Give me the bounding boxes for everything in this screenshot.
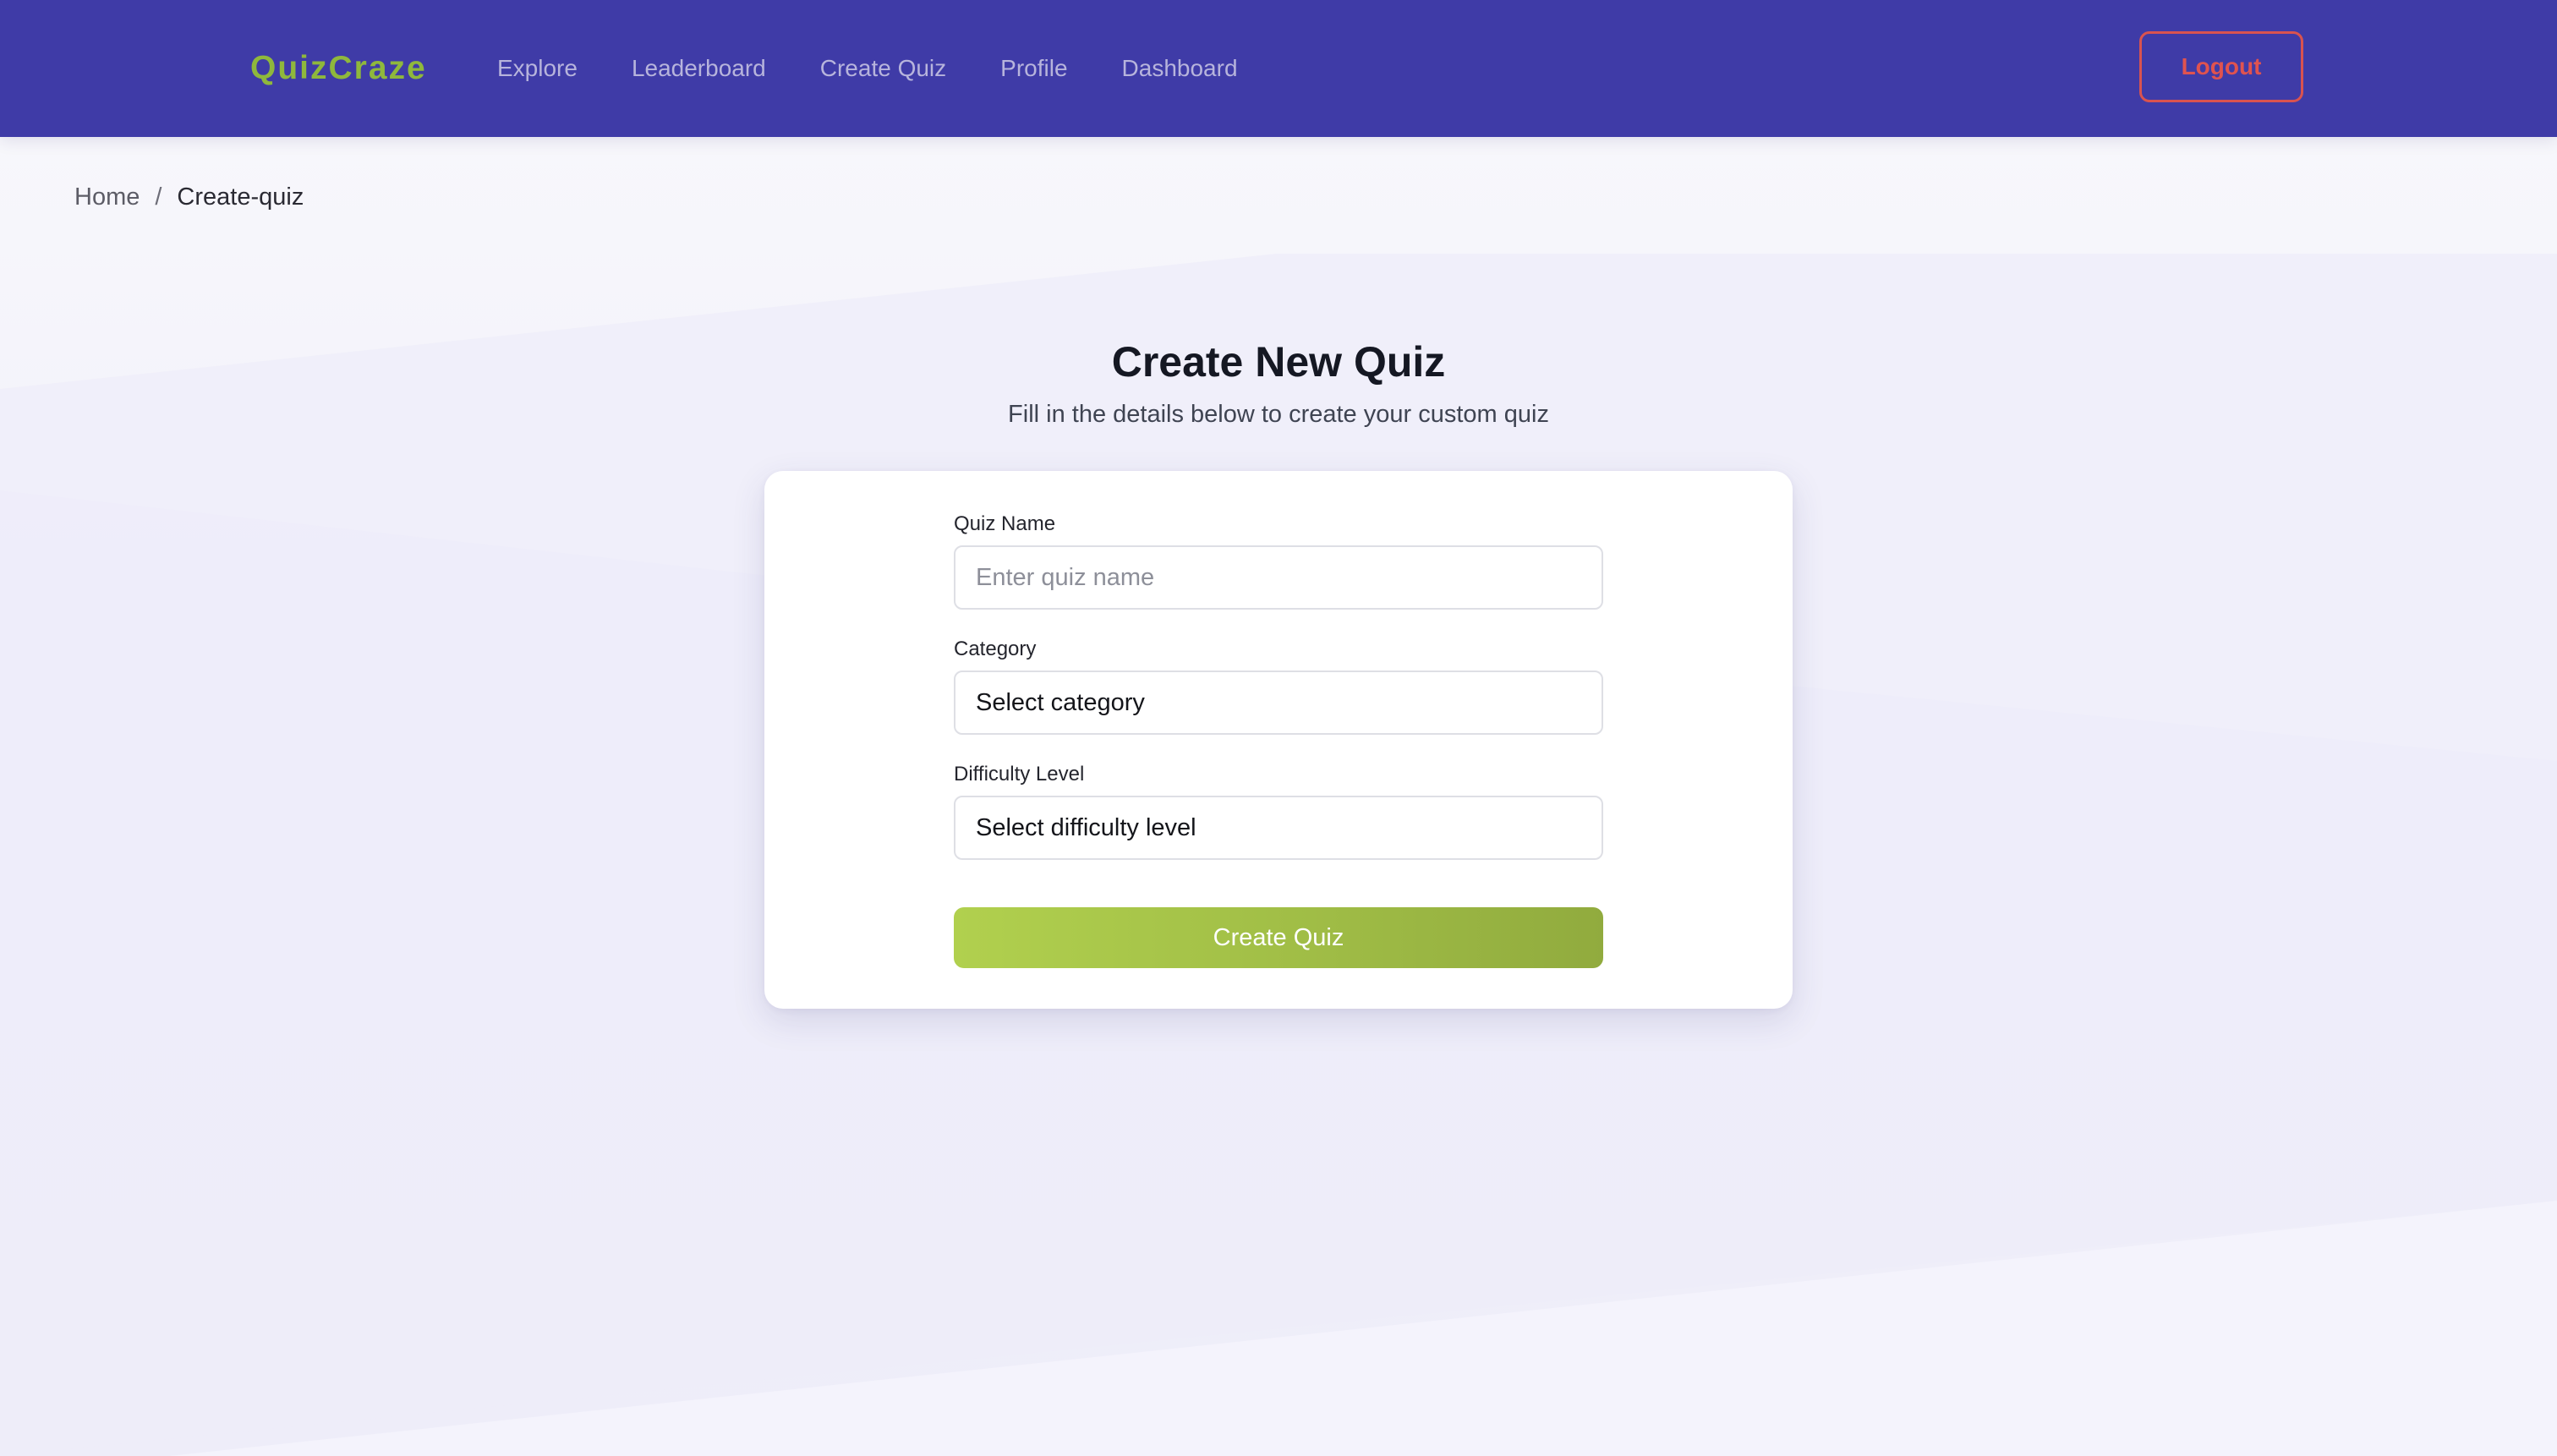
category-select[interactable]: Select category [954,671,1603,735]
main-nav: Explore Leaderboard Create Quiz Profile … [497,52,1292,85]
nav-link-dashboard[interactable]: Dashboard [1122,52,1238,85]
top-navbar: QuizCraze Explore Leaderboard Create Qui… [0,0,2557,137]
category-label: Category [954,638,1037,660]
page-title: Create New Quiz [1111,338,1446,386]
logout-button[interactable]: Logout [2139,31,2303,102]
nav-link-leaderboard[interactable]: Leaderboard [632,52,766,85]
breadcrumb: Home / Create-quiz [74,181,304,213]
breadcrumb-home-link[interactable]: Home [74,181,140,213]
quiz-name-label: Quiz Name [954,512,1056,535]
difficulty-select[interactable]: Select difficulty level [954,796,1603,860]
create-quiz-button[interactable]: Create Quiz [954,907,1603,968]
page-subtitle: Fill in the details below to create your… [1008,401,1549,428]
difficulty-label: Difficulty Level [954,763,1085,785]
brand-logo[interactable]: QuizCraze [250,47,427,90]
breadcrumb-separator: / [155,183,162,211]
breadcrumb-current: Create-quiz [177,183,304,211]
nav-link-create-quiz[interactable]: Create Quiz [820,52,946,85]
nav-link-explore[interactable]: Explore [497,52,578,85]
quiz-name-input[interactable]: Enter quiz name [954,545,1603,610]
create-quiz-form: Quiz Name Enter quiz name Category Selec… [764,471,1793,1009]
nav-link-profile[interactable]: Profile [1000,52,1067,85]
